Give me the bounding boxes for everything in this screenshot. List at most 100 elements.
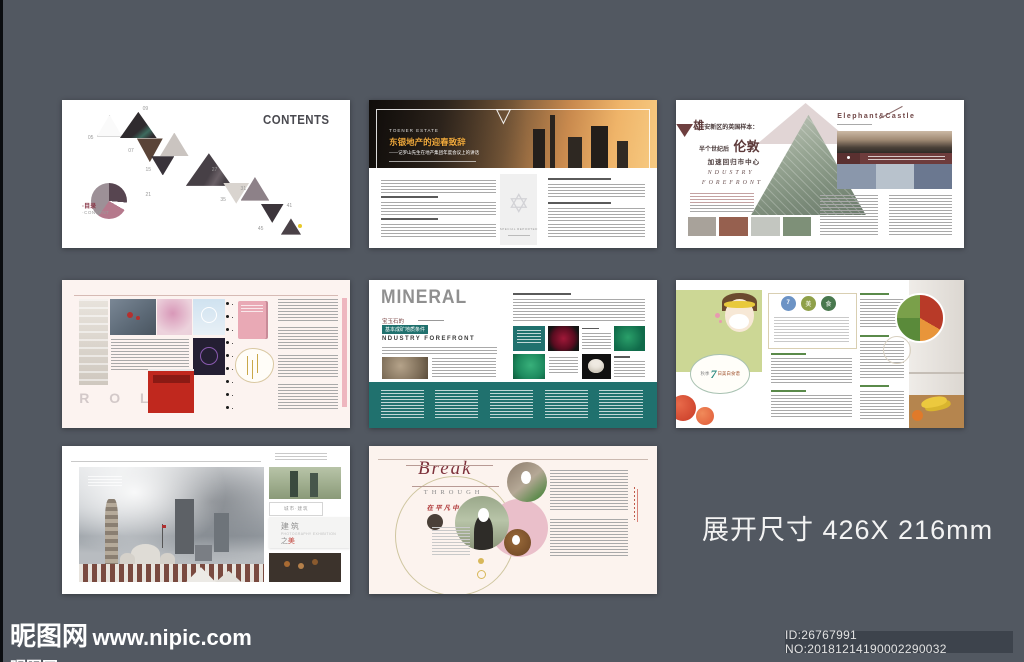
green-heading-line <box>860 385 890 388</box>
text-lines <box>432 358 496 378</box>
text-lines <box>435 390 479 420</box>
mic-icon <box>846 156 850 160</box>
aerial-photo <box>782 216 812 237</box>
text-lines <box>432 527 470 557</box>
estate-title: 东银地产的迎春致辞 <box>389 136 466 147</box>
towers-photo <box>269 466 342 500</box>
text-lines <box>773 317 849 343</box>
text-lines <box>613 361 646 377</box>
mineral-kicker: 宝玉石的 <box>381 319 404 325</box>
malachite-photo <box>613 325 646 352</box>
spread-mineral: MINERAL 宝玉石的 基本成矿地质条件 NDUSTRY FOREFRONT <box>369 280 657 428</box>
city-photo <box>837 163 876 189</box>
text-lines <box>381 346 498 354</box>
toc-number: 05 <box>87 134 94 141</box>
text-lines <box>110 339 189 372</box>
london-title-line2: 半个世纪后 伦敦 <box>699 136 759 156</box>
spread-recipe: 秋季 7 日美白食谱 7 美 食 <box>676 280 964 428</box>
night-ferris-photo <box>193 337 225 375</box>
text-lines <box>516 330 541 346</box>
text-lines <box>241 304 263 314</box>
exhibit-suffix-line: 之美 <box>281 536 350 546</box>
red-shoe <box>127 312 134 319</box>
london-title-line1: 雄安新区的英国样本： <box>693 116 774 134</box>
market-photo <box>269 552 342 583</box>
spread-estate: ▽ TOENER ESTATE 东银地产的迎春致辞 ——记罗山先生在地产集团年度… <box>369 100 657 248</box>
rock-photo <box>381 356 429 380</box>
mineral-tag: 基本成矿地质条件 <box>381 325 428 335</box>
text-lines <box>380 390 424 420</box>
dome <box>130 544 161 564</box>
bus-windows <box>152 375 190 383</box>
sub-heading-line <box>513 293 571 296</box>
text-lines <box>380 202 496 216</box>
london-title-line3: 加速回归市中心 <box>707 159 761 167</box>
badge-cn-label: ·目录 <box>82 203 97 210</box>
triangle-photo <box>185 153 232 186</box>
text-lines <box>547 224 646 240</box>
recipe-badge: 秋季 7 日美白食谱 <box>690 354 750 395</box>
green-heading-line <box>860 334 890 337</box>
street-photo <box>687 216 717 237</box>
rule <box>389 160 476 162</box>
text-lines <box>690 205 754 213</box>
veggie-circle-photo <box>894 293 945 344</box>
shoes-photo <box>109 299 156 335</box>
toc-number: 41 <box>286 202 293 209</box>
gem-text-box <box>582 326 611 351</box>
watermark-cropped-row: 昵图网 <box>10 654 58 662</box>
city-photo <box>914 163 953 189</box>
flower-dot <box>714 312 720 318</box>
size-label: 展开尺寸 426X 216mm <box>702 515 994 545</box>
green-mineral-photo <box>513 354 545 380</box>
mic-box <box>837 153 861 164</box>
text-lines <box>582 332 611 349</box>
text-lines <box>867 156 946 161</box>
text-lines <box>837 123 872 127</box>
mineral-title: MINERAL <box>380 287 467 309</box>
tower-silhouette <box>289 470 299 497</box>
flag-pole <box>162 524 164 548</box>
spread-contents: CONTENTS 05 09 07 15 21 27 31 35 41 45 ·… <box>62 100 350 248</box>
text-lines <box>88 475 122 487</box>
badge-post: 日美白食谱 <box>717 371 740 377</box>
center-mark-label: SPECIAL REPORTED <box>499 226 538 231</box>
counter-line <box>909 371 964 374</box>
text-lines <box>547 208 646 222</box>
text-lines <box>820 194 878 237</box>
binding-dot <box>226 392 230 396</box>
badge-pre: 秋季 <box>700 371 710 377</box>
binding-dot <box>226 379 230 383</box>
sub-heading-line <box>547 202 611 205</box>
watermark-url: www.nipic.com <box>92 625 252 650</box>
thin-circle-outline <box>883 336 912 365</box>
jade-photo <box>582 354 611 380</box>
estate-eyebrow: TOENER ESTATE <box>389 128 439 134</box>
text-lines <box>275 453 327 461</box>
vertical-gold-text <box>247 355 249 376</box>
text-lines <box>544 390 588 420</box>
toc-number: 35 <box>220 196 226 203</box>
contents-title: CONTENTS <box>263 111 330 127</box>
watermark-site-name: 昵图网 <box>10 621 89 651</box>
exhibit-title-cn: 建筑 <box>280 522 301 532</box>
text-lines <box>860 391 904 420</box>
text-lines <box>548 357 578 375</box>
rule <box>507 235 530 237</box>
minaret-tower <box>105 499 118 564</box>
binding-dot <box>226 405 230 409</box>
low-building <box>195 545 212 562</box>
triangle-outline <box>96 114 123 137</box>
text-lines <box>513 299 646 322</box>
text-lines <box>889 194 953 237</box>
triangle-shape <box>159 132 189 157</box>
triangle-shape <box>260 203 284 223</box>
binding-dot <box>226 302 230 306</box>
skyscraper <box>175 499 194 555</box>
triangle-shape <box>151 156 175 176</box>
skyscraper <box>213 512 229 553</box>
top-hairline <box>70 460 261 462</box>
binding-dot <box>226 366 230 370</box>
sub-heading-line <box>380 218 439 221</box>
toc-number: 07 <box>128 147 134 154</box>
